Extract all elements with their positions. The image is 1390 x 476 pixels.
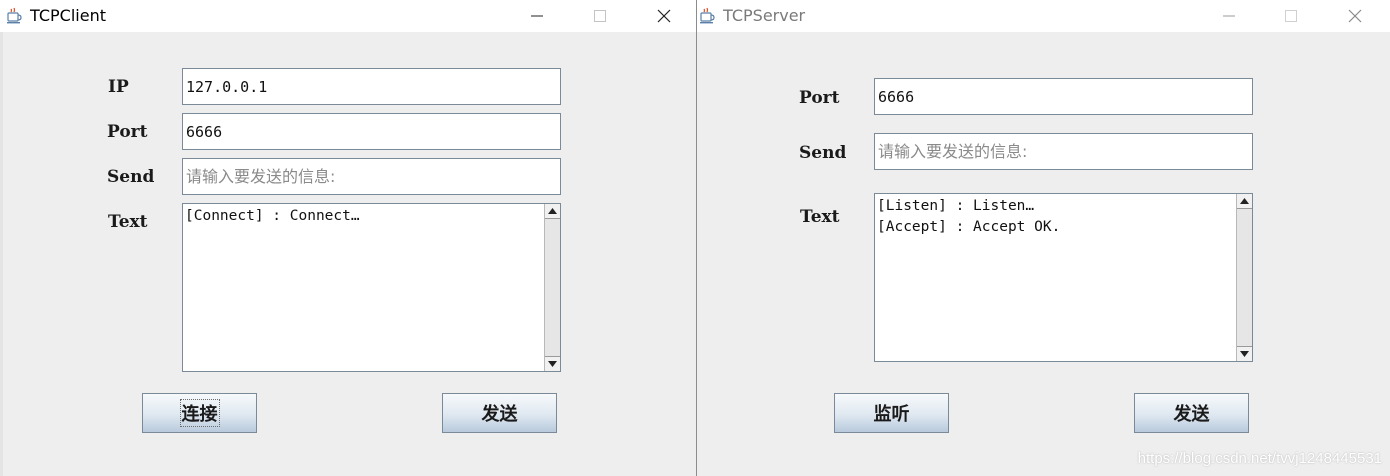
text-area[interactable]: [Listen] : Listen… [Accept] : Accept OK. bbox=[874, 193, 1253, 362]
port-label: Port bbox=[799, 88, 840, 108]
scroll-track[interactable] bbox=[1237, 209, 1252, 346]
send-button-label: 发送 bbox=[481, 404, 518, 425]
send-label: Send bbox=[799, 143, 847, 163]
scroll-track[interactable] bbox=[545, 219, 560, 356]
send-button[interactable]: 发送 bbox=[1134, 393, 1249, 433]
ip-label: IP bbox=[108, 77, 129, 97]
minimize-icon bbox=[1223, 15, 1235, 17]
send-button[interactable]: 发送 bbox=[442, 393, 557, 433]
scroll-down-button[interactable] bbox=[545, 356, 560, 371]
java-cup-icon bbox=[6, 7, 23, 24]
port-input[interactable] bbox=[182, 113, 561, 150]
maximize-button[interactable] bbox=[1268, 0, 1314, 32]
tcpserver-window: TCPServer Port Send Text [Listen] : List… bbox=[697, 0, 1390, 476]
vertical-scrollbar[interactable] bbox=[1236, 194, 1252, 361]
window-edge bbox=[0, 32, 3, 476]
arrow-up-icon bbox=[548, 208, 557, 214]
listen-button[interactable]: 监听 bbox=[834, 393, 949, 433]
port-input[interactable] bbox=[874, 78, 1253, 115]
minimize-icon bbox=[531, 15, 543, 17]
arrow-up-icon bbox=[1240, 198, 1249, 204]
minimize-button[interactable] bbox=[514, 0, 560, 32]
vertical-scrollbar[interactable] bbox=[544, 204, 560, 371]
arrow-down-icon bbox=[548, 361, 557, 367]
text-area[interactable]: [Connect] : Connect… bbox=[182, 203, 561, 372]
text-line: [Accept] : Accept OK. bbox=[877, 219, 1061, 235]
titlebar[interactable]: TCPServer bbox=[697, 0, 1390, 32]
text-label: Text bbox=[108, 212, 148, 232]
scroll-down-button[interactable] bbox=[1237, 346, 1252, 361]
port-label: Port bbox=[107, 122, 148, 142]
java-cup-icon bbox=[699, 7, 716, 24]
connect-button-label: 连接 bbox=[179, 399, 220, 427]
arrow-down-icon bbox=[1240, 351, 1249, 357]
close-icon bbox=[657, 9, 671, 23]
send-input[interactable] bbox=[182, 158, 561, 195]
minimize-button[interactable] bbox=[1206, 0, 1252, 32]
send-label: Send bbox=[107, 167, 155, 187]
window-title: TCPServer bbox=[723, 6, 806, 25]
text-line: [Listen] : Listen… bbox=[877, 198, 1035, 214]
maximize-button[interactable] bbox=[577, 0, 623, 32]
titlebar[interactable]: TCPClient bbox=[0, 0, 696, 32]
tcpclient-window: TCPClient IP Port Send Text [Connect] : … bbox=[0, 0, 696, 476]
text-area-content: [Listen] : Listen… [Accept] : Accept OK. bbox=[877, 196, 1234, 238]
text-label: Text bbox=[800, 207, 840, 227]
text-line: [Connect] : Connect… bbox=[185, 208, 360, 224]
ip-input[interactable] bbox=[182, 68, 561, 105]
send-button-label: 发送 bbox=[1173, 404, 1210, 425]
maximize-icon bbox=[1285, 10, 1297, 22]
send-input[interactable] bbox=[874, 133, 1253, 170]
close-icon bbox=[1348, 9, 1362, 23]
maximize-icon bbox=[594, 10, 606, 22]
scroll-up-button[interactable] bbox=[545, 204, 560, 219]
window-title: TCPClient bbox=[30, 6, 106, 25]
close-button[interactable] bbox=[1332, 0, 1378, 32]
connect-button[interactable]: 连接 bbox=[142, 393, 257, 433]
listen-button-label: 监听 bbox=[873, 404, 910, 425]
watermark: https://blog.csdn.net/tvvj1248445531 bbox=[1137, 450, 1382, 467]
text-area-content: [Connect] : Connect… bbox=[185, 206, 542, 227]
scroll-up-button[interactable] bbox=[1237, 194, 1252, 209]
close-button[interactable] bbox=[641, 0, 687, 32]
